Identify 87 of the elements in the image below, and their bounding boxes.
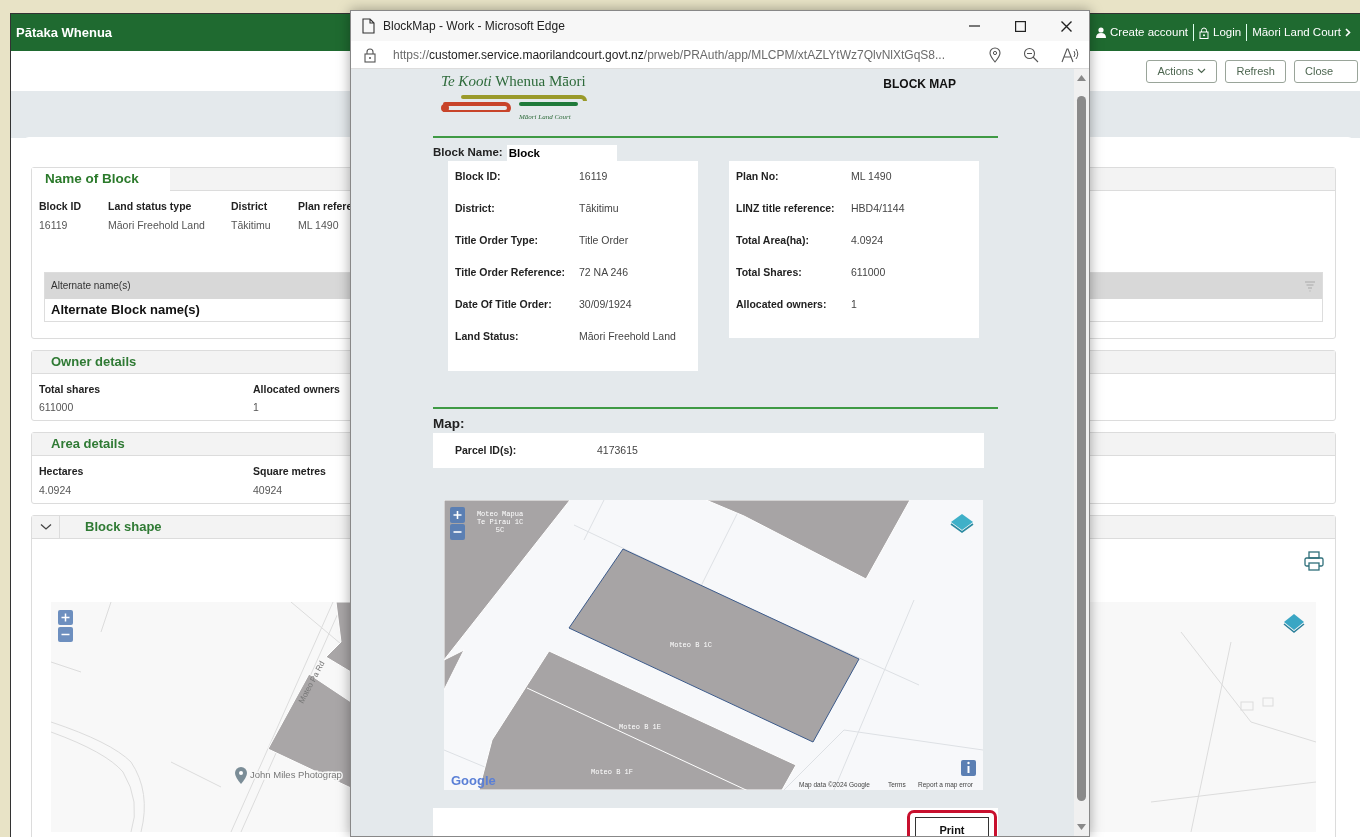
zoom-in-button[interactable] — [450, 507, 465, 523]
column-header: Alternate name(s) — [51, 279, 131, 293]
field-value: Title Order — [579, 233, 629, 249]
close-icon — [1060, 20, 1072, 32]
field-label: Total Shares: — [736, 265, 803, 281]
header-link[interactable]: Create account — [1091, 23, 1193, 42]
grid-cell-text: Alternate Block name(s) — [51, 300, 200, 319]
field-value: 4173615 — [597, 442, 638, 458]
field-value: Māori Freehold Land — [108, 217, 206, 233]
section-title: Block shape — [84, 517, 162, 536]
field-label: Block ID — [39, 199, 82, 214]
layers-icon[interactable] — [1283, 613, 1305, 633]
field-label: Total Area(ha): — [736, 233, 810, 249]
field-label: Title Order Reference: — [455, 265, 567, 281]
page-heading: BLOCK MAP — [883, 76, 956, 93]
field-value: ML 1490 — [851, 169, 892, 185]
location-pin-icon[interactable] — [989, 46, 1001, 63]
field-value: 1 — [253, 400, 260, 416]
field-value: 72 NA 246 — [579, 265, 629, 281]
minimize-icon — [968, 25, 980, 27]
info-icon[interactable] — [961, 760, 976, 776]
url-text[interactable]: https://customer.service.maorilandcourt.govt.nz/prweb/PRAuth/app/MLCPM/xtAZLYtWz7QlvNlXtGqS8... — [393, 45, 981, 64]
location-pin-icon — [235, 766, 247, 784]
field-label: Date Of Title Order: — [455, 297, 553, 313]
field-label: District: — [455, 201, 496, 217]
field-value: 611000 — [39, 400, 75, 416]
field-label: Total shares — [39, 381, 102, 397]
field-value: 16119 — [39, 217, 69, 233]
field-value: HBD4/1144 — [851, 201, 905, 217]
lock-icon — [363, 46, 377, 63]
toolbar-button[interactable]: Actions — [1146, 59, 1218, 83]
field-label: Allocated owners — [253, 381, 340, 397]
field-value: 1 — [851, 297, 857, 313]
field-value: 4.0924 — [39, 482, 73, 498]
scrollbar[interactable] — [1074, 69, 1089, 836]
field-value: 40924 — [253, 482, 284, 498]
field-label: Parcel ID(s): — [455, 442, 518, 458]
field-label: Block Name: — [433, 145, 503, 161]
app-title: Pātaka Whenua — [16, 23, 113, 42]
field-label: Land status type — [108, 199, 193, 214]
zoom-out-button[interactable] — [450, 524, 465, 540]
field-value: 4.0924 — [851, 233, 884, 249]
maximize-icon — [1014, 20, 1026, 32]
field-value: Tākitimu — [579, 201, 619, 217]
scroll-thumb[interactable] — [1077, 96, 1086, 801]
header-link[interactable]: Login — [1193, 23, 1247, 42]
field-value: Tākitimu — [231, 217, 272, 233]
scroll-down-icon — [1077, 824, 1086, 830]
zoom-out-button[interactable] — [58, 626, 73, 642]
field-value: Block — [506, 145, 617, 161]
field-label: Plan No: — [736, 169, 780, 185]
field-label: Land Status: — [455, 329, 520, 345]
zoom-out-icon[interactable] — [1023, 46, 1039, 63]
chevron-icon — [1345, 28, 1351, 37]
scroll-up-icon — [1077, 75, 1086, 81]
read-aloud-icon[interactable] — [1061, 46, 1079, 63]
field-value: 16119 — [579, 169, 608, 185]
person-icon — [1096, 27, 1106, 38]
field-value: 30/09/1924 — [579, 297, 632, 313]
field-value: ML 1490 — [298, 217, 340, 233]
field-label: Block ID: — [455, 169, 502, 185]
field-label: Title Order Type: — [455, 233, 540, 249]
logo-text: Te Kooti Whenua Māori — [441, 73, 587, 89]
window-title: BlockMap - Work - Microsoft Edge — [383, 18, 566, 35]
field-label: Square metres — [253, 464, 326, 479]
printer-icon — [1303, 550, 1325, 573]
field-value: Māori Freehold Land — [579, 329, 676, 345]
field-label: Allocated owners: — [736, 297, 828, 313]
header-link[interactable]: Māori Land Court — [1246, 23, 1356, 42]
lock-icon — [1199, 26, 1209, 39]
toolbar-button[interactable]: Refresh — [1225, 59, 1286, 83]
page-icon — [361, 18, 375, 34]
field-label: District — [231, 199, 269, 214]
section-tab[interactable]: Name of Block — [32, 168, 170, 191]
section-title: Area details — [50, 435, 125, 454]
layers-icon[interactable] — [950, 514, 974, 533]
toolbar-button[interactable]: Close — [1294, 59, 1358, 83]
field-value: 611000 — [851, 265, 886, 281]
map-logo: Google — [451, 773, 496, 788]
section-title: Owner details — [50, 352, 137, 371]
field-label: Hectares — [39, 464, 85, 479]
print-button[interactable]: Print — [915, 817, 989, 836]
section-heading: Map: — [433, 415, 466, 433]
print-button[interactable] — [1303, 548, 1325, 573]
zoom-in-button[interactable] — [58, 609, 73, 625]
caret-icon — [1197, 68, 1207, 74]
field-label: LINZ title reference: — [736, 201, 836, 217]
